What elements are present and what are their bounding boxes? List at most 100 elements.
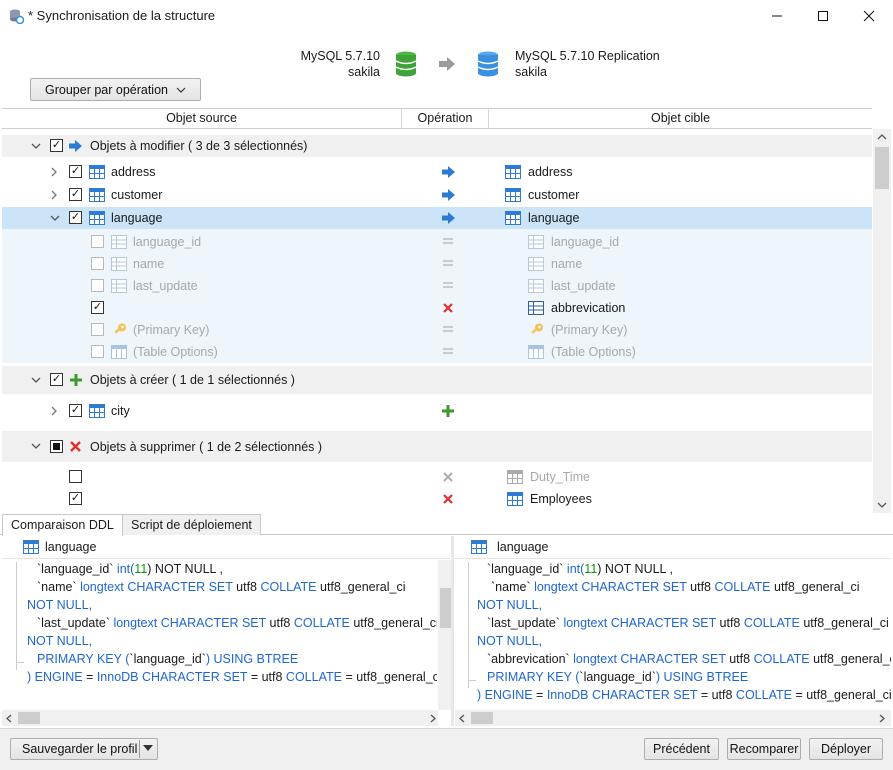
tab-comparaison-ddl[interactable]: Comparaison DDL [2, 514, 123, 536]
column-row-primary-key[interactable]: (Primary Key) (Primary Key) [2, 319, 872, 341]
ddl-right-hscroll[interactable] [455, 710, 891, 726]
scroll-up-icon[interactable] [877, 134, 887, 140]
tree-row-language[interactable]: ✓ language language [2, 207, 872, 229]
row-checkbox[interactable] [91, 323, 104, 336]
code-token: = utf8 [700, 688, 736, 702]
row-checkbox[interactable]: ✓ [69, 188, 82, 201]
group-delete-checkbox[interactable] [50, 440, 63, 453]
deploy-button[interactable]: Déployer [809, 738, 883, 760]
ddl-left-code[interactable]: `language_id` int(11) NOT NULL , `name` l… [27, 560, 437, 716]
code-token: longtext CHARACTER SET [80, 580, 237, 594]
pane-divider [455, 558, 891, 559]
column-row-last-update[interactable]: last_update last_update [2, 275, 872, 297]
code-token: int( [566, 562, 585, 576]
row-checkbox[interactable]: ✓ [69, 211, 82, 224]
expand-chevron-icon[interactable] [51, 406, 58, 416]
previous-button[interactable]: Précédent [644, 738, 719, 760]
grid-column-header: Objet source Opération Objet cible [2, 108, 872, 129]
ddl-left-hscroll[interactable] [2, 710, 438, 726]
row-checkbox[interactable]: ✓ [91, 301, 104, 314]
row-checkbox[interactable] [91, 257, 104, 270]
tree-row-city[interactable]: ✓ city [2, 400, 872, 422]
source-column-name: name [133, 257, 165, 271]
minimize-button[interactable] [754, 0, 800, 32]
expand-chevron-icon[interactable] [31, 143, 41, 150]
column-operation[interactable]: Opération [402, 109, 489, 128]
group-create-checkbox[interactable]: ✓ [50, 373, 63, 386]
scroll-thumb[interactable] [18, 712, 40, 724]
code-token: `language_id` [487, 562, 567, 576]
scroll-thumb[interactable] [875, 147, 889, 189]
table-icon [89, 211, 105, 225]
source-object-name: city [111, 404, 130, 418]
tree-row-address[interactable]: ✓ address address [2, 161, 872, 183]
scroll-left-icon[interactable] [6, 714, 12, 723]
tree-row-customer[interactable]: ✓ customer customer [2, 184, 872, 206]
row-checkbox[interactable] [91, 235, 104, 248]
code-token: COLLATE [735, 688, 796, 702]
save-profile-button[interactable]: Sauvegarder le profil [10, 738, 158, 760]
row-checkbox[interactable] [91, 345, 104, 358]
column-row-name[interactable]: name name [2, 253, 872, 275]
table-icon [471, 540, 487, 554]
expand-chevron-icon[interactable] [50, 215, 60, 222]
row-checkbox[interactable]: ✓ [69, 165, 82, 178]
scroll-left-icon[interactable] [459, 714, 465, 723]
group-by-operation-dropdown[interactable]: Grouper par opération [30, 78, 201, 101]
table-options-icon [111, 345, 127, 359]
column-row-language-id[interactable]: language_id language_id [2, 231, 872, 253]
column-row-abbrevication[interactable]: ✓ abbrevication [2, 297, 872, 319]
target-column-name: language_id [551, 235, 620, 249]
row-checkbox[interactable] [91, 279, 104, 292]
close-button[interactable] [846, 0, 892, 32]
code-token: ) USING BTREE [655, 670, 749, 684]
tree-vertical-scrollbar[interactable] [873, 129, 891, 513]
column-target[interactable]: Objet cible [489, 109, 872, 128]
scroll-down-icon[interactable] [877, 502, 887, 508]
group-modify-checkbox[interactable]: ✓ [50, 139, 63, 152]
key-icon [531, 323, 543, 334]
row-checkbox[interactable]: ✓ [69, 492, 82, 505]
tab-script-deploiement[interactable]: Script de déploiement [122, 514, 261, 535]
code-line: NOT NULL, [477, 596, 891, 614]
expand-chevron-icon[interactable] [31, 377, 41, 384]
source-database: sakila [348, 65, 380, 79]
code-token: ) USING BTREE [205, 652, 299, 666]
row-checkbox[interactable]: ✓ [69, 404, 82, 417]
group-row-delete[interactable]: Objets à supprimer ( 1 de 2 sélectionnés… [2, 431, 872, 462]
tree-row-employees[interactable]: ✓ Employees [2, 488, 872, 510]
target-column-name: name [551, 257, 583, 271]
column-row-table-options[interactable]: (Table Options) (Table Options) [2, 341, 872, 363]
code-token: utf8_general_ci [803, 616, 889, 630]
scroll-thumb[interactable] [471, 712, 493, 724]
previous-label: Précédent [653, 742, 710, 756]
code-token: `name` [37, 580, 81, 594]
group-row-create[interactable]: ✓ Objets à créer ( 1 de 1 sélectionnés ) [2, 366, 872, 394]
recompare-button[interactable]: Recomparer [727, 738, 801, 760]
table-icon [507, 492, 523, 506]
save-profile-dropdown-icon[interactable] [143, 745, 153, 752]
pane-divider [2, 558, 450, 559]
ddl-right-code[interactable]: `language_id` int(11) NOT NULL , `name` l… [477, 560, 891, 716]
expand-chevron-icon[interactable] [51, 190, 58, 200]
scroll-right-icon[interactable] [879, 714, 885, 723]
group-row-modify[interactable]: ✓ Objets à modifier ( 3 de 3 sélectionné… [2, 135, 872, 157]
expand-chevron-icon[interactable] [31, 443, 41, 450]
code-line: NOT NULL, [27, 596, 437, 614]
code-token: PRIMARY KEY ( [487, 670, 580, 684]
code-line: `last_update` longtext CHARACTER SET utf… [27, 614, 437, 632]
maximize-button[interactable] [800, 0, 846, 32]
code-line: `language_id` int(11) NOT NULL , [27, 560, 437, 578]
pane-splitter[interactable] [451, 536, 454, 726]
source-column-name: last_update [133, 279, 198, 293]
expand-chevron-icon[interactable] [51, 167, 58, 177]
code-token: ) [477, 688, 485, 702]
scroll-right-icon[interactable] [430, 714, 436, 723]
code-line: NOT NULL, [477, 632, 891, 650]
column-source[interactable]: Objet source [2, 109, 402, 128]
code-token: NOT NULL, [27, 598, 93, 612]
code-token: longtext CHARACTER SET [534, 580, 691, 594]
row-checkbox[interactable] [69, 470, 82, 483]
tree-row-duty-time[interactable]: Duty_Time [2, 466, 872, 488]
plus-icon [442, 405, 454, 417]
